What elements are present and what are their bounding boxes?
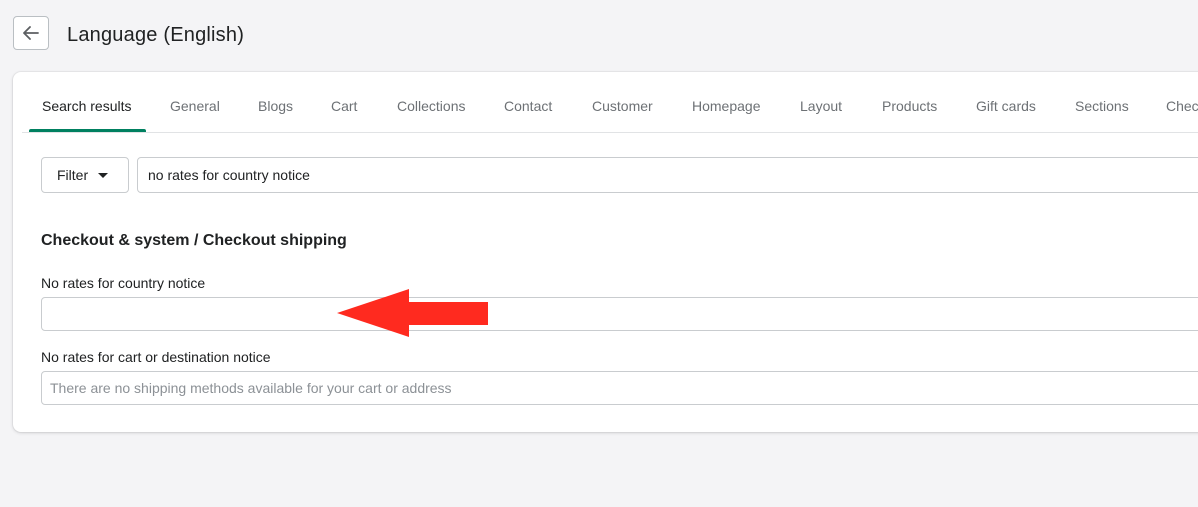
language-card: Search results General Blogs Cart Collec… (13, 72, 1198, 432)
filter-label: Filter (57, 167, 89, 183)
page-title: Language (English) (67, 24, 245, 46)
tab-products[interactable]: Products (882, 72, 937, 132)
tab-sections[interactable]: Sections (1075, 72, 1129, 132)
tab-customer[interactable]: Customer (592, 72, 653, 132)
tab-homepage[interactable]: Homepage (692, 72, 761, 132)
filter-button[interactable]: Filter (41, 157, 129, 193)
tab-blogs[interactable]: Blogs (258, 72, 293, 132)
red-arrow-left-icon (337, 289, 488, 337)
tab-collections[interactable]: Collections (397, 72, 465, 132)
no-rates-country-label: No rates for country notice (41, 275, 206, 291)
tab-gift-cards[interactable]: Gift cards (976, 72, 1036, 132)
tab-search-results[interactable]: Search results (42, 72, 131, 132)
caret-down-icon (98, 172, 109, 178)
no-rates-cart-label: No rates for cart or destination notice (41, 349, 271, 365)
tab-checkout[interactable]: Chec (1166, 72, 1198, 132)
search-input[interactable] (137, 157, 1198, 193)
back-button[interactable] (13, 16, 49, 50)
page-header: Language (English) (0, 0, 1198, 70)
tab-cart[interactable]: Cart (331, 72, 357, 132)
tab-bar: Search results General Blogs Cart Collec… (22, 72, 1198, 133)
tab-contact[interactable]: Contact (504, 72, 552, 132)
tab-layout[interactable]: Layout (800, 72, 842, 132)
arrow-left-icon (23, 26, 39, 40)
active-tab-indicator (29, 129, 146, 132)
section-heading: Checkout & system / Checkout shipping (41, 232, 347, 249)
tab-general[interactable]: General (170, 72, 220, 132)
no-rates-cart-field[interactable] (41, 371, 1198, 405)
no-rates-country-field[interactable] (41, 297, 1198, 331)
